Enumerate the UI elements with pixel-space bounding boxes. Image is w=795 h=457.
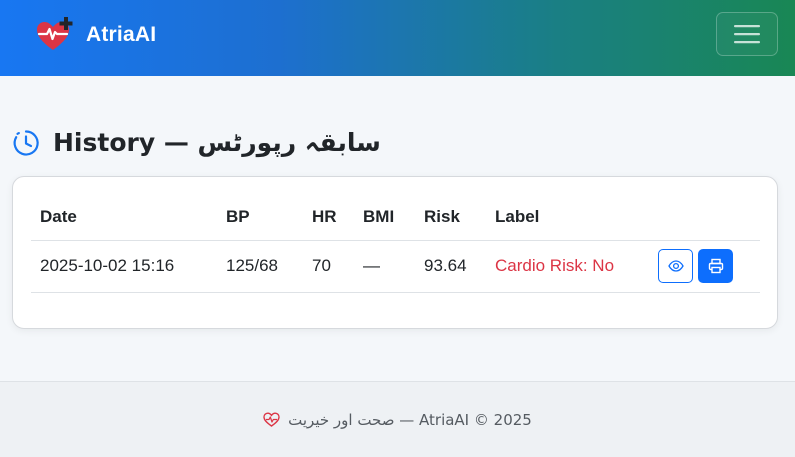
column-header-date: Date xyxy=(31,195,217,241)
footer-text: صحت اور خیریت — AtriaAI © 2025 xyxy=(288,410,532,429)
column-header-bmi: BMI xyxy=(354,195,415,241)
cell-risk: 93.64 xyxy=(415,240,486,293)
cell-label: Cardio Risk: No xyxy=(486,240,649,293)
print-report-button[interactable] xyxy=(698,249,733,283)
history-table: Date BP HR BMI Risk Label 2025-10-02 15:… xyxy=(31,195,760,293)
view-report-button[interactable] xyxy=(658,249,693,283)
navbar-toggler-button[interactable] xyxy=(716,12,778,56)
page-title: History — سابقہ رپورٹس xyxy=(12,128,381,157)
cell-date: 2025-10-02 15:16 xyxy=(31,240,217,293)
brand-link[interactable]: AtriaAI xyxy=(36,17,156,53)
table-row: 2025-10-02 15:16 125/68 70 — 93.64 Cardi… xyxy=(31,240,760,293)
cell-actions xyxy=(649,240,760,293)
column-header-actions xyxy=(649,195,760,241)
cell-bp: 125/68 xyxy=(217,240,303,293)
heart-pulse-plus-icon xyxy=(37,17,73,50)
column-header-hr: HR xyxy=(303,195,354,241)
eye-icon xyxy=(667,260,684,272)
top-navbar: AtriaAI xyxy=(0,0,795,76)
page-title-text: History — سابقہ رپورٹس xyxy=(53,128,381,157)
cell-bmi: — xyxy=(354,240,415,293)
column-header-label: Label xyxy=(486,195,649,241)
cell-hr: 70 xyxy=(303,240,354,293)
page-footer: صحت اور خیریت — AtriaAI © 2025 xyxy=(0,381,795,457)
brand-name: AtriaAI xyxy=(86,23,157,46)
history-card: Date BP HR BMI Risk Label 2025-10-02 15:… xyxy=(12,176,778,329)
heart-pulse-icon xyxy=(263,412,280,427)
table-header-row: Date BP HR BMI Risk Label xyxy=(31,195,760,241)
printer-icon xyxy=(708,258,723,274)
clock-icon xyxy=(13,129,39,156)
column-header-risk: Risk xyxy=(415,195,486,241)
hamburger-icon xyxy=(734,25,760,44)
column-header-bp: BP xyxy=(217,195,303,241)
